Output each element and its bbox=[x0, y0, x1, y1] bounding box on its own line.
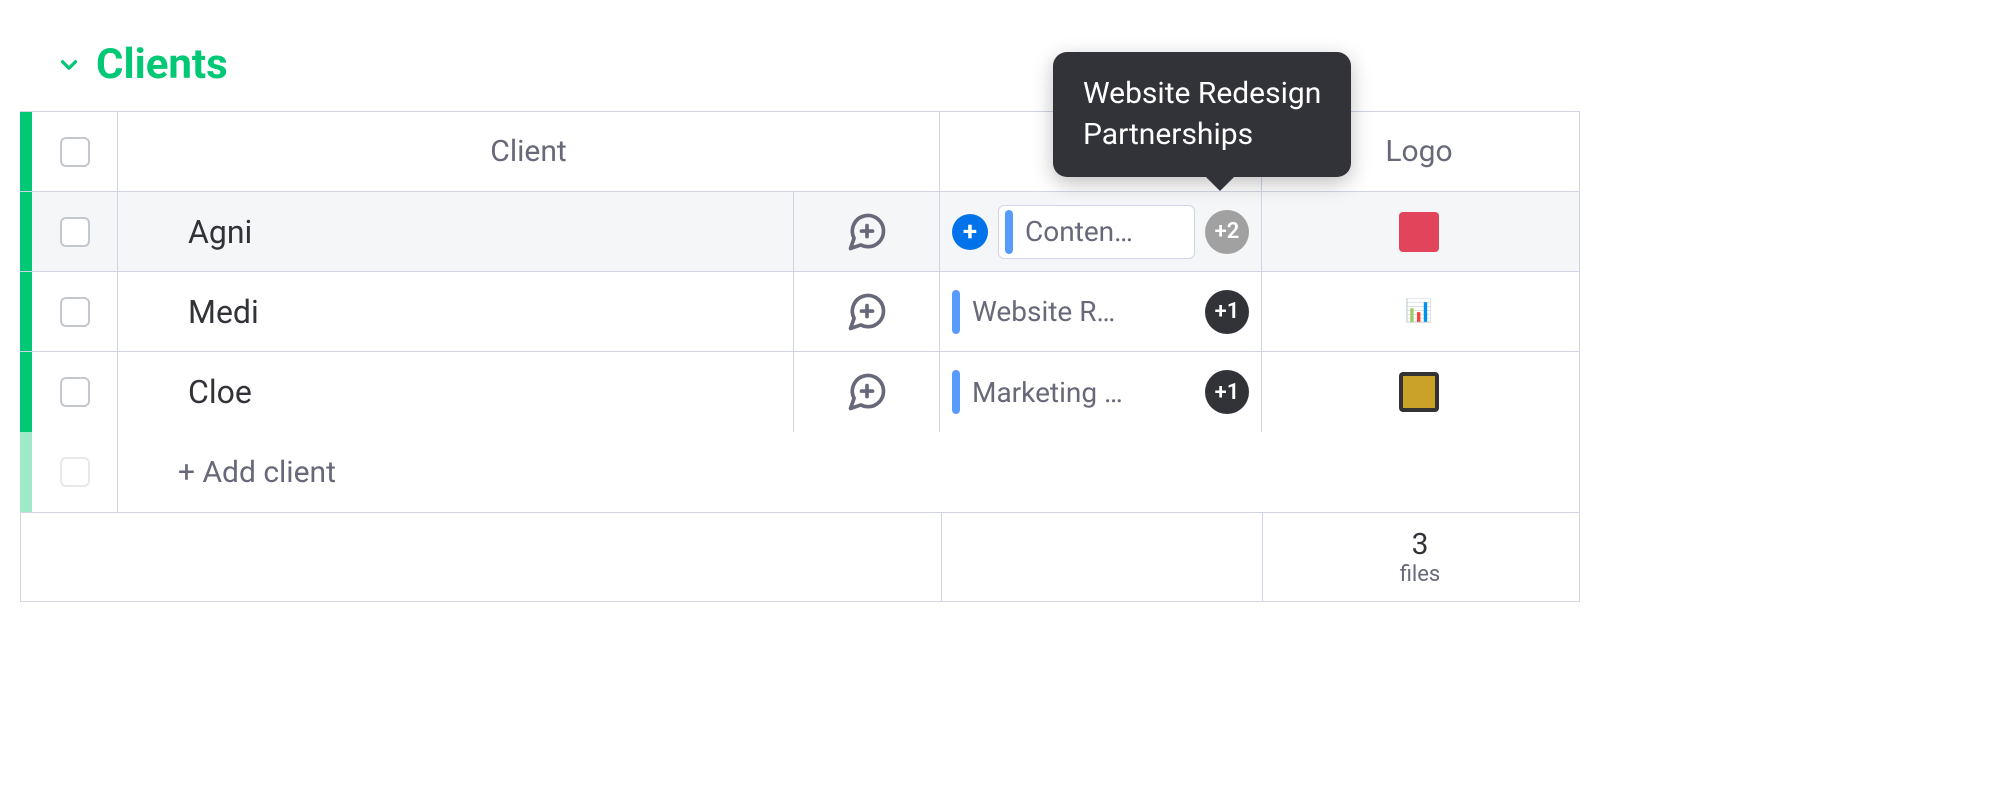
logo-cell[interactable]: 📊 bbox=[1262, 272, 1576, 351]
comment-cell bbox=[794, 352, 940, 432]
section-title[interactable]: Clients bbox=[96, 40, 228, 89]
row-accent bbox=[20, 432, 32, 512]
linked-item-chip[interactable]: Marketing … bbox=[952, 370, 1195, 414]
row-accent bbox=[20, 272, 32, 351]
add-client-text[interactable]: + Add client bbox=[118, 432, 1579, 512]
tooltip-line: Website Redesign bbox=[1083, 74, 1321, 115]
chip-label: Conten… bbox=[1013, 215, 1188, 248]
chip-color-bar bbox=[1005, 210, 1013, 254]
row-checkbox-cell bbox=[32, 352, 118, 432]
logo-cell[interactable] bbox=[1262, 352, 1576, 432]
linked-items-cell[interactable]: Marketing … +1 bbox=[940, 352, 1262, 432]
row-checkbox[interactable] bbox=[60, 377, 90, 407]
logo-cell[interactable] bbox=[1262, 192, 1576, 271]
linked-item-chip[interactable]: Conten… bbox=[998, 205, 1195, 259]
comment-cell bbox=[794, 272, 940, 351]
table-row[interactable]: Medi Website R… +1 📊 bbox=[20, 272, 1579, 352]
add-comment-icon[interactable] bbox=[845, 290, 889, 334]
more-links-badge[interactable]: +1 bbox=[1205, 370, 1249, 414]
client-name-cell[interactable]: Medi bbox=[118, 272, 794, 351]
more-links-badge[interactable]: +2 bbox=[1205, 210, 1249, 254]
tooltip-more-items: Website Redesign Partnerships bbox=[1053, 52, 1351, 177]
chevron-down-icon[interactable] bbox=[56, 52, 82, 78]
logo-thumbnail[interactable] bbox=[1399, 212, 1439, 252]
comment-cell bbox=[794, 192, 940, 271]
chip-color-bar bbox=[952, 370, 960, 414]
row-accent bbox=[20, 112, 32, 191]
add-row-checkbox bbox=[60, 457, 90, 487]
table-row[interactable]: Agni + Conten… +2 bbox=[20, 192, 1579, 272]
select-all-checkbox[interactable] bbox=[60, 137, 90, 167]
logo-file-count: 3 bbox=[1412, 527, 1429, 562]
add-client-row[interactable]: + Add client bbox=[20, 432, 1579, 512]
linked-items-cell[interactable]: Website R… +1 bbox=[940, 272, 1262, 351]
tooltip-line: Partnerships bbox=[1083, 115, 1321, 156]
add-row-checkbox-cell bbox=[32, 432, 118, 512]
table-row[interactable]: Cloe Marketing … +1 bbox=[20, 352, 1579, 432]
table-summary-row: 3 files bbox=[20, 513, 1580, 602]
client-name-cell[interactable]: Agni bbox=[118, 192, 794, 271]
logo-thumbnail[interactable]: 📊 bbox=[1399, 292, 1439, 332]
row-checkbox[interactable] bbox=[60, 217, 90, 247]
logo-summary-cell: 3 files bbox=[1263, 513, 1577, 601]
chip-color-bar bbox=[952, 290, 960, 334]
add-comment-icon[interactable] bbox=[845, 210, 889, 254]
chip-label: Website R… bbox=[960, 295, 1195, 328]
row-checkbox[interactable] bbox=[60, 297, 90, 327]
row-checkbox-cell bbox=[32, 192, 118, 271]
row-checkbox-cell bbox=[32, 272, 118, 351]
header-checkbox-cell bbox=[32, 112, 118, 191]
row-accent bbox=[20, 352, 32, 432]
chip-label: Marketing … bbox=[960, 376, 1195, 409]
more-links-badge[interactable]: +1 bbox=[1205, 290, 1249, 334]
add-link-button[interactable]: + bbox=[952, 214, 988, 250]
add-comment-icon[interactable] bbox=[845, 370, 889, 414]
client-name-cell[interactable]: Cloe bbox=[118, 352, 794, 432]
linked-item-chip[interactable]: Website R… bbox=[952, 290, 1195, 334]
column-header-client[interactable]: Client bbox=[118, 112, 940, 191]
row-accent bbox=[20, 192, 32, 271]
logo-file-label: files bbox=[1400, 562, 1441, 587]
logo-thumbnail[interactable] bbox=[1399, 372, 1439, 412]
linked-items-cell[interactable]: + Conten… +2 bbox=[940, 192, 1262, 271]
